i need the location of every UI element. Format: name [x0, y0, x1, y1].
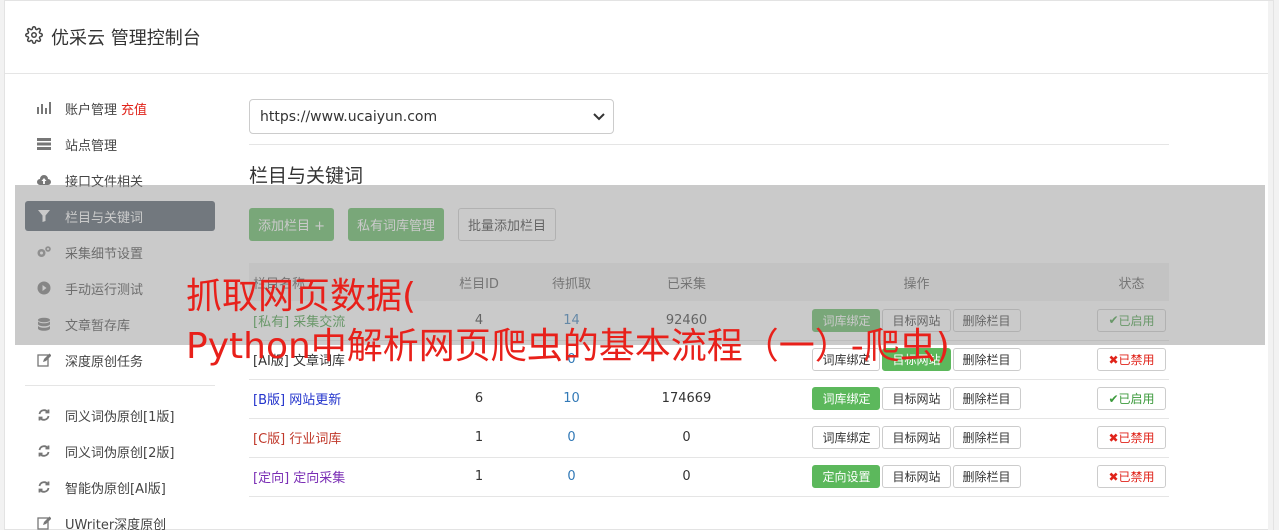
- row-name[interactable]: 网站更新: [289, 393, 341, 408]
- delete-column-button[interactable]: 删除栏目: [952, 465, 1021, 488]
- sidebar-item-synonym-v1[interactable]: 同义词伪原创[1版]: [25, 400, 215, 430]
- row-actions: 词库绑定目标网站删除栏目: [739, 379, 1094, 419]
- sidebar-item-uwriter[interactable]: UWriter深度原创: [25, 508, 215, 530]
- row-name-cell: [C版] 行业词库: [249, 418, 449, 458]
- status-label: 已禁用: [1118, 431, 1155, 445]
- bind-library-button[interactable]: 词库绑定: [812, 387, 881, 410]
- row-id: 1: [449, 418, 509, 458]
- bar-chart-icon: [35, 100, 53, 116]
- bind-library-button[interactable]: 词库绑定: [812, 426, 881, 449]
- bind-library-button[interactable]: 定向设置: [812, 465, 881, 488]
- page-header: 优采云 管理控制台: [5, 1, 1273, 74]
- row-tag: [定向]: [253, 471, 290, 486]
- edit-icon: [35, 515, 53, 530]
- refresh-icon: [35, 407, 53, 423]
- delete-column-button[interactable]: 删除栏目: [952, 387, 1021, 410]
- row-collected: 0: [634, 418, 739, 458]
- sidebar-item-label: 深度原创任务: [65, 354, 144, 370]
- divider: [249, 144, 1169, 145]
- target-site-button[interactable]: 目标网站: [882, 426, 951, 449]
- server-icon: [35, 136, 53, 152]
- row-pending[interactable]: 0: [509, 418, 634, 458]
- sidebar-item-label: 账户管理: [65, 102, 118, 118]
- section-title: 栏目与关键词: [249, 165, 364, 187]
- page-title: 优采云 管理控制台: [51, 28, 201, 49]
- row-name-cell: [B版] 网站更新: [249, 379, 449, 419]
- sidebar-item-label: 站点管理: [65, 138, 118, 154]
- status-toggle-button[interactable]: ✖ 已禁用: [1097, 465, 1166, 488]
- row-name-cell: [定向] 定向采集: [249, 457, 449, 497]
- row-id: 1: [449, 457, 509, 497]
- sidebar-item-label: 智能伪原创[AI版]: [65, 481, 166, 497]
- gear-icon: [25, 26, 43, 48]
- row-status: ✔已启用: [1094, 379, 1169, 419]
- table-row: [B版] 网站更新 6 10 174669 词库绑定 目标网站 删除栏目 ✔ 已启用: [249, 379, 1169, 419]
- row-id: 6: [449, 379, 509, 419]
- row-pending[interactable]: 0: [509, 457, 634, 497]
- delete-column-button[interactable]: 删除栏目: [952, 426, 1021, 449]
- sidebar-item-synonym-v2[interactable]: 同义词伪原创[2版]: [25, 436, 215, 466]
- row-tag: [B版]: [253, 393, 286, 408]
- chevron-down-icon: [593, 109, 605, 125]
- overlay-caption: 抓取网页数据( Python中解析网页爬虫的基本流程（一）-爬虫): [186, 272, 1146, 372]
- sidebar-item-label: 同义词伪原创[2版]: [65, 445, 175, 461]
- close-icon: ✖: [1108, 469, 1119, 484]
- sidebar-item-label: UWriter深度原创: [65, 517, 167, 530]
- row-pending[interactable]: 10: [509, 379, 634, 419]
- site-select-value: https://www.ucaiyun.com: [260, 108, 438, 125]
- target-site-button[interactable]: 目标网站: [882, 387, 951, 410]
- row-collected: 0: [634, 457, 739, 497]
- row-tag: [C版]: [253, 432, 286, 447]
- table-row: [定向] 定向采集 1 0 0 定向设置 目标网站 删除栏目 ✖ 已禁用: [249, 457, 1169, 497]
- table-row: [C版] 行业词库 1 0 0 词库绑定 目标网站 删除栏目 ✖ 已禁用: [249, 418, 1169, 458]
- overlay-line-1: 抓取网页数据(: [186, 276, 417, 317]
- row-status: ✖ 已禁用: [1094, 457, 1169, 497]
- row-name[interactable]: 行业词库: [289, 432, 341, 447]
- sidebar-divider: [25, 385, 215, 386]
- status-toggle-button[interactable]: ✖ 已禁用: [1097, 426, 1166, 449]
- recharge-link[interactable]: 充值: [121, 99, 147, 118]
- scrollbar[interactable]: [1268, 1, 1273, 530]
- target-site-button[interactable]: 目标网站: [882, 465, 951, 488]
- sidebar-item-sites[interactable]: 站点管理: [25, 129, 215, 159]
- sidebar-item-ai-rewrite[interactable]: 智能伪原创[AI版]: [25, 472, 215, 502]
- edit-icon: [35, 352, 53, 368]
- sidebar-item-account[interactable]: 账户管理 充值: [25, 93, 215, 123]
- close-icon: ✖: [1108, 430, 1119, 445]
- row-actions: 词库绑定目标网站删除栏目: [739, 418, 1094, 458]
- row-name[interactable]: 定向采集: [293, 471, 345, 486]
- refresh-icon: [35, 443, 53, 459]
- status-label: 已启用: [1118, 392, 1155, 406]
- site-select[interactable]: https://www.ucaiyun.com: [249, 99, 614, 134]
- row-status: ✖ 已禁用: [1094, 418, 1169, 458]
- row-collected: 174669: [634, 379, 739, 419]
- status-toggle-button[interactable]: ✔已启用: [1097, 387, 1166, 410]
- refresh-icon: [35, 479, 53, 495]
- overlay-line-2: Python中解析网页爬虫的基本流程（一）-爬虫): [186, 326, 950, 367]
- row-actions: 定向设置 目标网站 删除栏目: [739, 457, 1094, 497]
- check-icon: ✔: [1108, 391, 1119, 406]
- status-label: 已禁用: [1118, 470, 1155, 484]
- sidebar-item-label: 同义词伪原创[1版]: [65, 409, 175, 425]
